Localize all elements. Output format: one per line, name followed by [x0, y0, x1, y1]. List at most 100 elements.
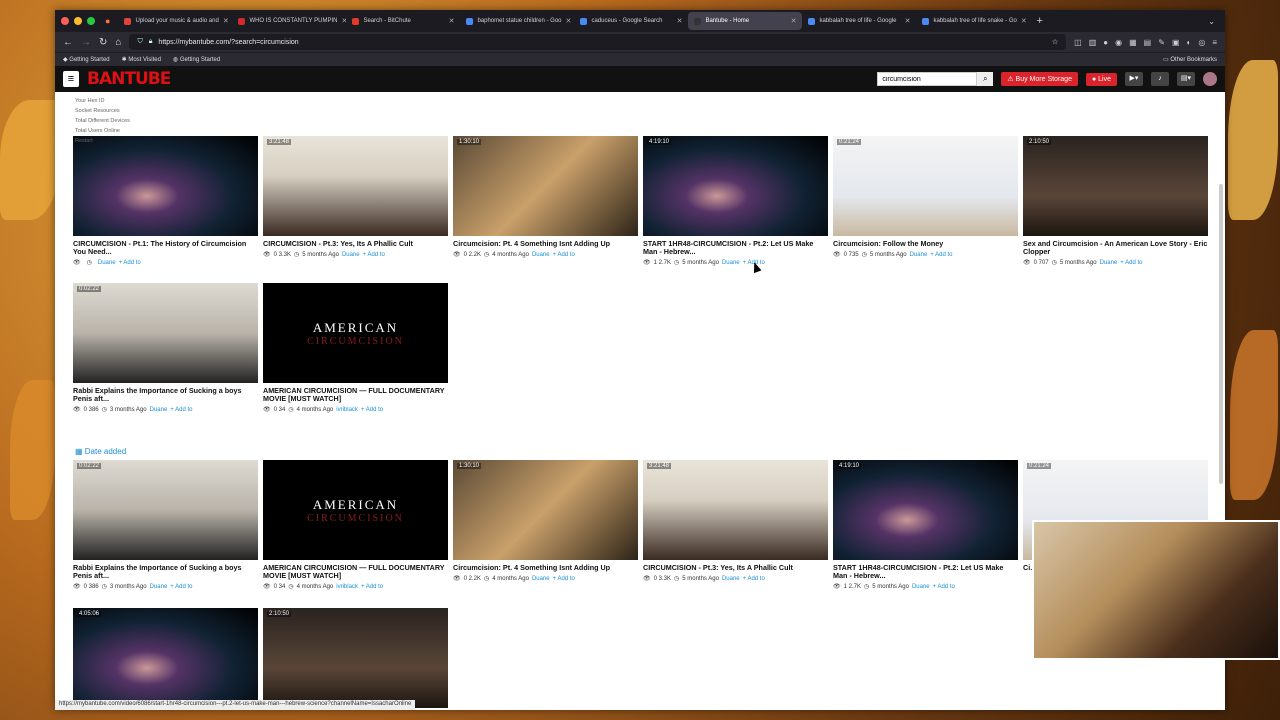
account-icon[interactable]: ◎ [1198, 38, 1205, 47]
browser-tab[interactable]: Search - BitChute ✕ [346, 12, 460, 30]
extension-icon[interactable]: ▣ [1172, 38, 1180, 47]
browser-tab[interactable]: Upload your music & audio and ✕ [118, 12, 232, 30]
video-card[interactable]: 1:30:10 Circumcision: Pt. 4 Something Isn… [453, 460, 638, 590]
bookmark-item[interactable]: ◆ Getting Started [63, 56, 110, 63]
video-thumbnail[interactable]: 4:05:06 [73, 608, 258, 708]
search-icon[interactable]: ⌕ [977, 72, 994, 86]
date-added-label[interactable]: ▦ Date added [75, 447, 126, 456]
video-title[interactable]: Rabbi Explains the Importance of Sucking… [73, 387, 258, 403]
close-window-button[interactable] [61, 17, 69, 25]
zoom-window-button[interactable] [87, 17, 95, 25]
close-tab-icon[interactable]: ✕ [449, 17, 455, 25]
channel-link[interactable]: Duane [722, 260, 740, 266]
video-thumbnail[interactable]: 2:10:50 [1023, 136, 1208, 236]
add-to-button[interactable]: + Add to [119, 260, 141, 266]
extension-icon[interactable]: ▤ [1144, 38, 1152, 47]
add-to-button[interactable]: + Add to [930, 252, 952, 258]
channel-link[interactable]: ivriblack [336, 407, 358, 413]
bookmark-item[interactable]: ✱ Most Visited [122, 56, 161, 63]
add-to-button[interactable]: + Add to [361, 584, 383, 590]
chevron-down-icon[interactable]: ⌄ [1208, 17, 1215, 26]
site-logo[interactable]: BANTUBE [87, 69, 171, 89]
video-thumbnail[interactable]: 0:02:22 [73, 460, 258, 560]
hamburger-menu-button[interactable]: ≡ [63, 71, 79, 87]
bookmark-star-icon[interactable]: ☆ [1052, 38, 1058, 46]
browser-tab[interactable]: baphomet statue children - Goo ✕ [460, 12, 574, 30]
channel-link[interactable]: Duane [98, 260, 116, 266]
video-card[interactable]: 4:19:10 START 1HR48-CIRCUMCISION - Pt.2: … [643, 136, 828, 266]
close-tab-icon[interactable]: ✕ [1021, 17, 1027, 25]
channel-link[interactable]: Duane [532, 252, 550, 258]
reload-icon[interactable]: ↻ [99, 37, 107, 48]
extension-icon[interactable]: ◉ [1115, 38, 1122, 47]
video-title[interactable]: AMERICAN CIRCUMCISION — FULL DOCUMENTARY… [263, 564, 448, 580]
video-thumbnail[interactable]: 1:30:10 [453, 136, 638, 236]
video-thumbnail[interactable]: 3:21:48 [643, 460, 828, 560]
video-thumbnail[interactable]: 4:19:10 [643, 136, 828, 236]
add-to-button[interactable]: + Add to [933, 584, 955, 590]
menu-icon[interactable]: ≡ [1212, 38, 1217, 47]
close-tab-icon[interactable]: ✕ [677, 17, 683, 25]
video-card[interactable]: AMERICAN CIRCUMCISION AMERICAN CIRCUMCISIO… [263, 283, 448, 413]
channel-link[interactable]: Duane [722, 576, 740, 582]
video-card[interactable]: 0:02:22 Rabbi Explains the Importance of … [73, 460, 258, 590]
pocket-icon[interactable]: ◫ [1074, 38, 1082, 47]
camera-icon[interactable]: ▶▾ [1125, 72, 1143, 86]
minimize-window-button[interactable] [74, 17, 82, 25]
buy-storage-button[interactable]: ⚠ Buy More Storage [1001, 72, 1078, 86]
video-card[interactable]: 2:10:50 Sex and Circumcision - An America… [1023, 136, 1208, 266]
live-button[interactable]: ● Live [1085, 72, 1117, 86]
add-to-button[interactable]: + Add to [553, 252, 575, 258]
add-to-button[interactable]: + Add to [170, 407, 192, 413]
channel-link[interactable]: Duane [912, 584, 930, 590]
close-tab-icon[interactable]: ✕ [223, 17, 229, 25]
bookmark-item[interactable]: ◍ Getting Started [173, 56, 220, 63]
close-tab-icon[interactable]: ✕ [566, 17, 572, 25]
channel-link[interactable]: Duane [150, 407, 168, 413]
flag-icon[interactable]: ▤▾ [1177, 72, 1195, 86]
video-thumbnail[interactable]: 2:10:50 [263, 608, 448, 708]
url-bar[interactable]: ⛉ 🔒︎ https://mybantube.com/?search=circu… [129, 34, 1067, 50]
video-thumbnail[interactable]: 0:21:24 [833, 136, 1018, 236]
other-bookmarks[interactable]: ▭ Other Bookmarks [1163, 56, 1217, 63]
add-to-button[interactable]: + Add to [1120, 260, 1142, 266]
video-thumbnail[interactable] [73, 136, 258, 236]
search-input[interactable] [877, 72, 978, 86]
add-to-button[interactable]: + Add to [361, 407, 383, 413]
back-icon[interactable]: ← [63, 37, 73, 48]
video-title[interactable]: START 1HR48-CIRCUMCISION - Pt.2: Let US … [643, 240, 828, 256]
video-thumbnail[interactable]: 0:02:22 [73, 283, 258, 383]
video-card[interactable]: 4:05:06 [73, 608, 258, 708]
add-to-button[interactable]: + Add to [743, 576, 765, 582]
extension-icon[interactable]: ▦ [1129, 38, 1137, 47]
channel-link[interactable]: Duane [910, 252, 928, 258]
video-title[interactable]: Sex and Circumcision - An American Love … [1023, 240, 1208, 256]
video-title[interactable]: Circumcision: Pt. 4 Something Isnt Addin… [453, 564, 638, 572]
video-title[interactable]: Rabbi Explains the Importance of Sucking… [73, 564, 258, 580]
video-card[interactable]: 2:10:50 [263, 608, 448, 708]
video-card[interactable]: 1:30:10 Circumcision: Pt. 4 Something Isn… [453, 136, 638, 266]
library-icon[interactable]: ▥ [1089, 38, 1097, 47]
video-card[interactable]: CIRCUMCISION - Pt.1: The History of Circ… [73, 136, 258, 266]
video-thumbnail[interactable]: AMERICAN CIRCUMCISION [263, 460, 448, 560]
video-title[interactable]: Circumcision: Follow the Money [833, 240, 1018, 248]
scrollbar[interactable] [1219, 184, 1223, 484]
avatar[interactable] [1203, 72, 1217, 86]
browser-tab[interactable]: caduceus - Google Search ✕ [574, 12, 688, 30]
video-card[interactable]: 3:21:48 CIRCUMCISION - Pt.3: Yes, Its A P… [263, 136, 448, 266]
video-title[interactable]: START 1HR48-CIRCUMCISION - Pt.2: Let US … [833, 564, 1018, 580]
close-tab-icon[interactable]: ✕ [905, 17, 911, 25]
video-thumbnail[interactable]: 3:21:48 [263, 136, 448, 236]
channel-link[interactable]: Duane [150, 584, 168, 590]
video-title[interactable]: CIRCUMCISION - Pt.3: Yes, Its A Phallic … [643, 564, 828, 572]
new-tab-button[interactable]: + [1036, 15, 1042, 27]
add-to-button[interactable]: + Add to [170, 584, 192, 590]
channel-link[interactable]: Duane [1100, 260, 1118, 266]
forward-icon[interactable]: → [81, 37, 91, 48]
video-title[interactable]: CIRCUMCISION - Pt.1: The History of Circ… [73, 240, 258, 256]
channel-link[interactable]: Duane [532, 576, 550, 582]
channel-link[interactable]: ivriblack [336, 584, 358, 590]
video-title[interactable]: CIRCUMCISION - Pt.3: Yes, Its A Phallic … [263, 240, 448, 248]
video-title[interactable]: Circumcision: Pt. 4 Something Isnt Addin… [453, 240, 638, 248]
video-card[interactable]: AMERICAN CIRCUMCISION AMERICAN CIRCUMCISIO… [263, 460, 448, 590]
